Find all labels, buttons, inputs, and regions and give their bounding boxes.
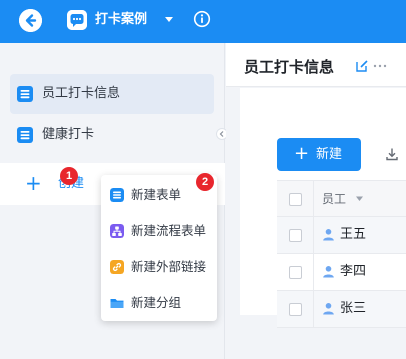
new-record-button[interactable]: + 新建 — [277, 138, 361, 171]
top-bar: 打卡案例 — [0, 0, 406, 43]
more-icon[interactable] — [373, 61, 387, 71]
menu-item-new-external-link[interactable]: 新建外部链接 — [101, 249, 217, 285]
menu-item-new-group[interactable]: 新建分组 — [101, 285, 217, 321]
person-icon — [323, 266, 334, 278]
row-checkbox[interactable] — [289, 303, 302, 316]
info-icon[interactable] — [193, 10, 211, 28]
create-menu: 新建表单 新建流程表单 新建外部链接 新建分组 — [101, 175, 217, 321]
app-title[interactable]: 打卡案例 — [95, 11, 147, 29]
download-icon[interactable] — [385, 147, 399, 161]
menu-item-label: 新建分组 — [131, 295, 182, 310]
person-icon — [323, 229, 334, 241]
column-divider — [313, 254, 314, 291]
app-window: 打卡案例 员工打卡信息 健康打卡 + 1 员工打卡信息 + 新建 员工 王五 李… — [0, 0, 406, 359]
plus-icon: + — [25, 171, 42, 195]
sidebar-item-health-checkin[interactable]: 健康打卡 — [10, 115, 214, 155]
sidebar-item-label: 健康打卡 — [42, 127, 95, 142]
new-record-label: 新建 — [316, 147, 343, 162]
link-icon — [110, 260, 124, 274]
step-badge-2: 2 — [196, 173, 214, 191]
page-title: 员工打卡信息 — [244, 58, 335, 76]
caret-down-icon[interactable] — [163, 13, 175, 25]
select-all-checkbox[interactable] — [289, 193, 302, 206]
form-icon — [17, 86, 33, 102]
row-checkbox[interactable] — [289, 266, 302, 279]
table-row[interactable]: 张三 — [277, 291, 406, 328]
back-button[interactable] — [19, 9, 42, 32]
table-row[interactable]: 李四 — [277, 254, 406, 291]
sidebar-item-label: 员工打卡信息 — [42, 86, 121, 101]
menu-item-label: 新建表单 — [131, 187, 182, 202]
sort-caret-icon[interactable] — [355, 194, 364, 203]
employee-name: 王五 — [340, 227, 367, 242]
column-divider — [313, 181, 314, 218]
folder-icon — [110, 299, 124, 308]
app-icon[interactable] — [67, 10, 87, 30]
sidebar-item-employee-checkin[interactable]: 员工打卡信息 — [10, 74, 214, 114]
employee-name: 张三 — [340, 301, 367, 316]
main-panel: 员工打卡信息 + 新建 员工 王五 李四 张三 — [226, 43, 406, 359]
chat-bubble-icon — [67, 10, 87, 30]
flow-icon — [110, 224, 124, 238]
table-row[interactable]: 王五 — [277, 217, 406, 254]
step-badge-1: 1 — [60, 167, 78, 185]
form-icon — [17, 127, 33, 143]
plus-icon: + — [294, 143, 310, 164]
table-header-row: 员工 — [277, 180, 406, 218]
menu-item-label: 新建外部链接 — [131, 259, 207, 274]
menu-item-label: 新建流程表单 — [131, 223, 207, 238]
column-header-employee[interactable]: 员工 — [322, 191, 346, 207]
column-divider — [313, 291, 314, 328]
menu-item-new-flow-form[interactable]: 新建流程表单 — [101, 213, 217, 249]
column-divider — [313, 217, 314, 254]
data-table: 员工 王五 李四 张三 — [277, 180, 406, 330]
edit-icon[interactable] — [355, 59, 369, 73]
row-checkbox[interactable] — [289, 229, 302, 242]
form-icon — [110, 188, 124, 202]
employee-name: 李四 — [340, 264, 367, 279]
person-icon — [323, 303, 334, 315]
back-arrow-icon — [19, 9, 42, 32]
